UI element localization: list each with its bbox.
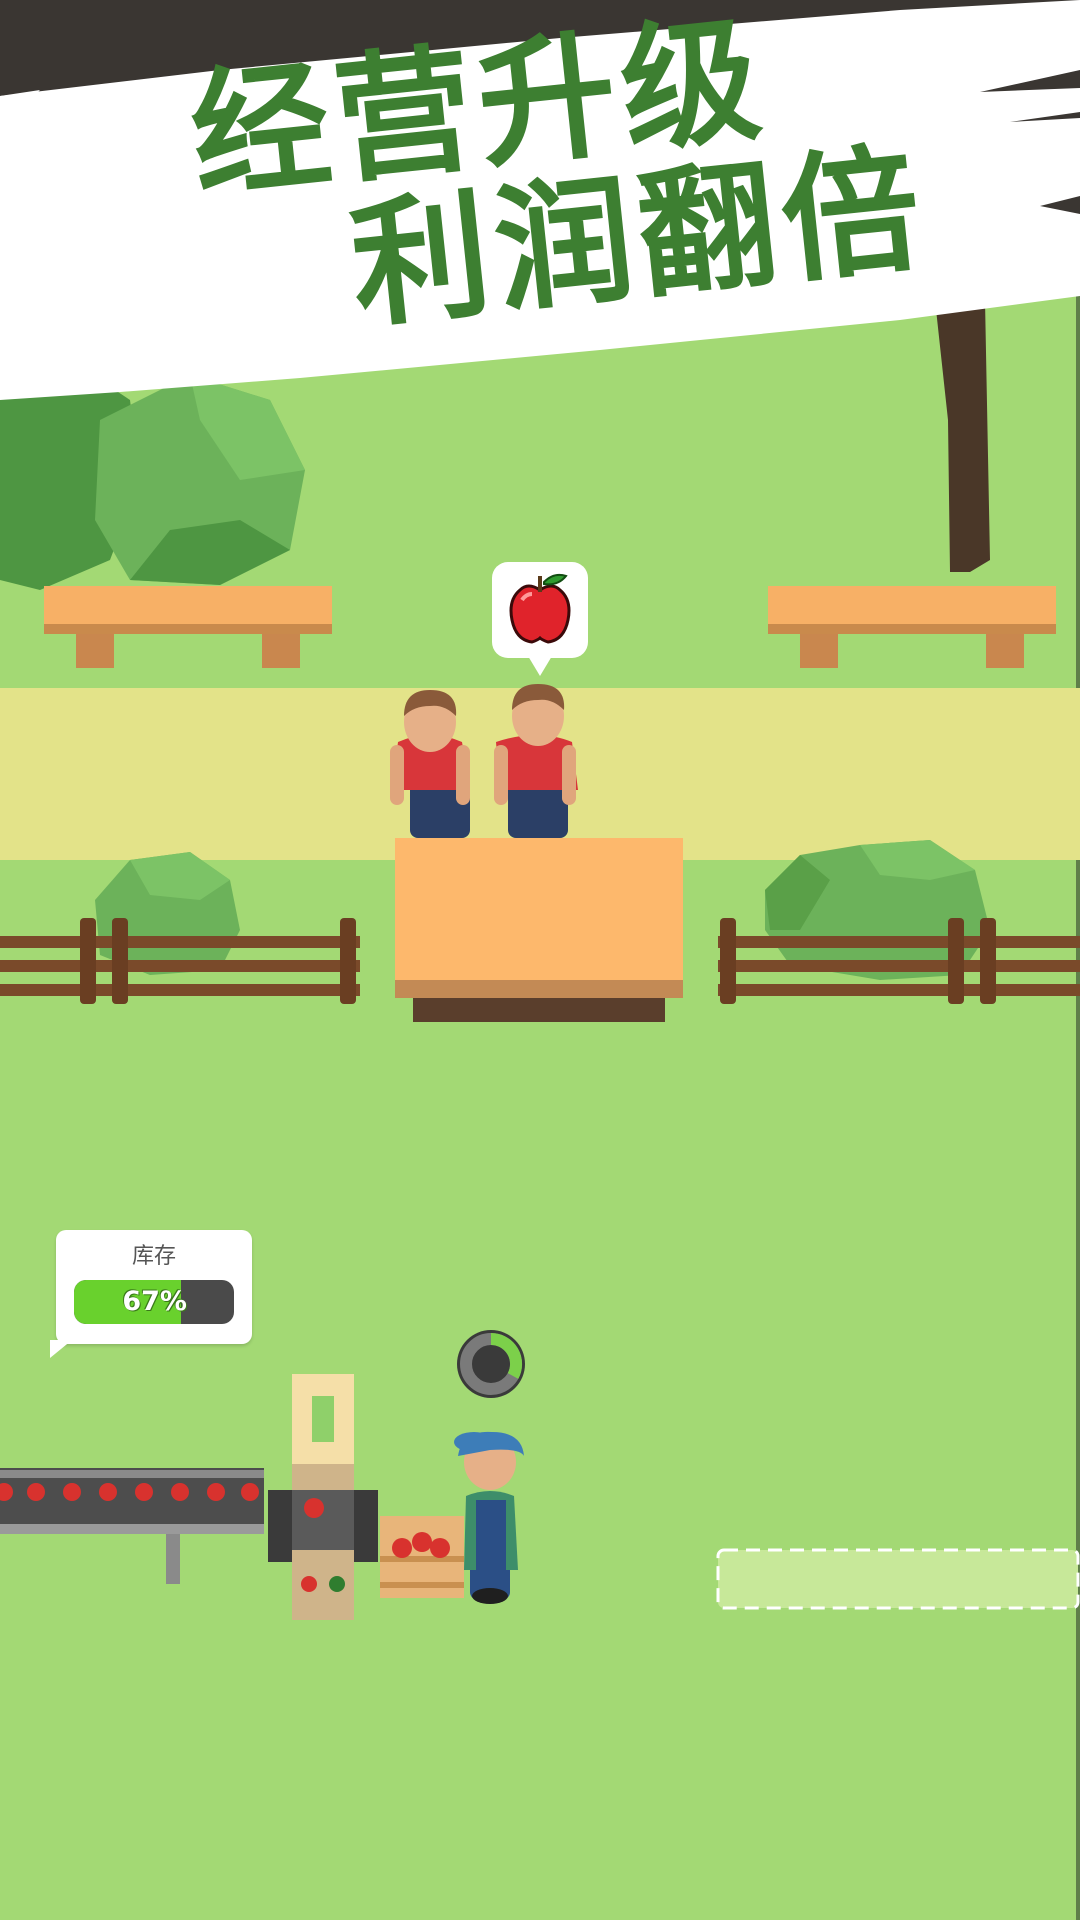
- placement-zone[interactable]: [716, 1548, 1080, 1610]
- stock-percent-text: 67%: [122, 1286, 187, 1317]
- stock-panel: 库存 67%: [50, 1230, 252, 1358]
- stock-label: 库存: [131, 1244, 176, 1269]
- stock-progress-bar: 67%: [74, 1280, 234, 1324]
- work-progress-ring: [457, 1330, 525, 1398]
- apple-icon: [509, 573, 571, 644]
- sales-counter[interactable]: [395, 838, 683, 1022]
- apple-crate: [380, 1516, 464, 1598]
- customer-request-bubble: [492, 562, 588, 676]
